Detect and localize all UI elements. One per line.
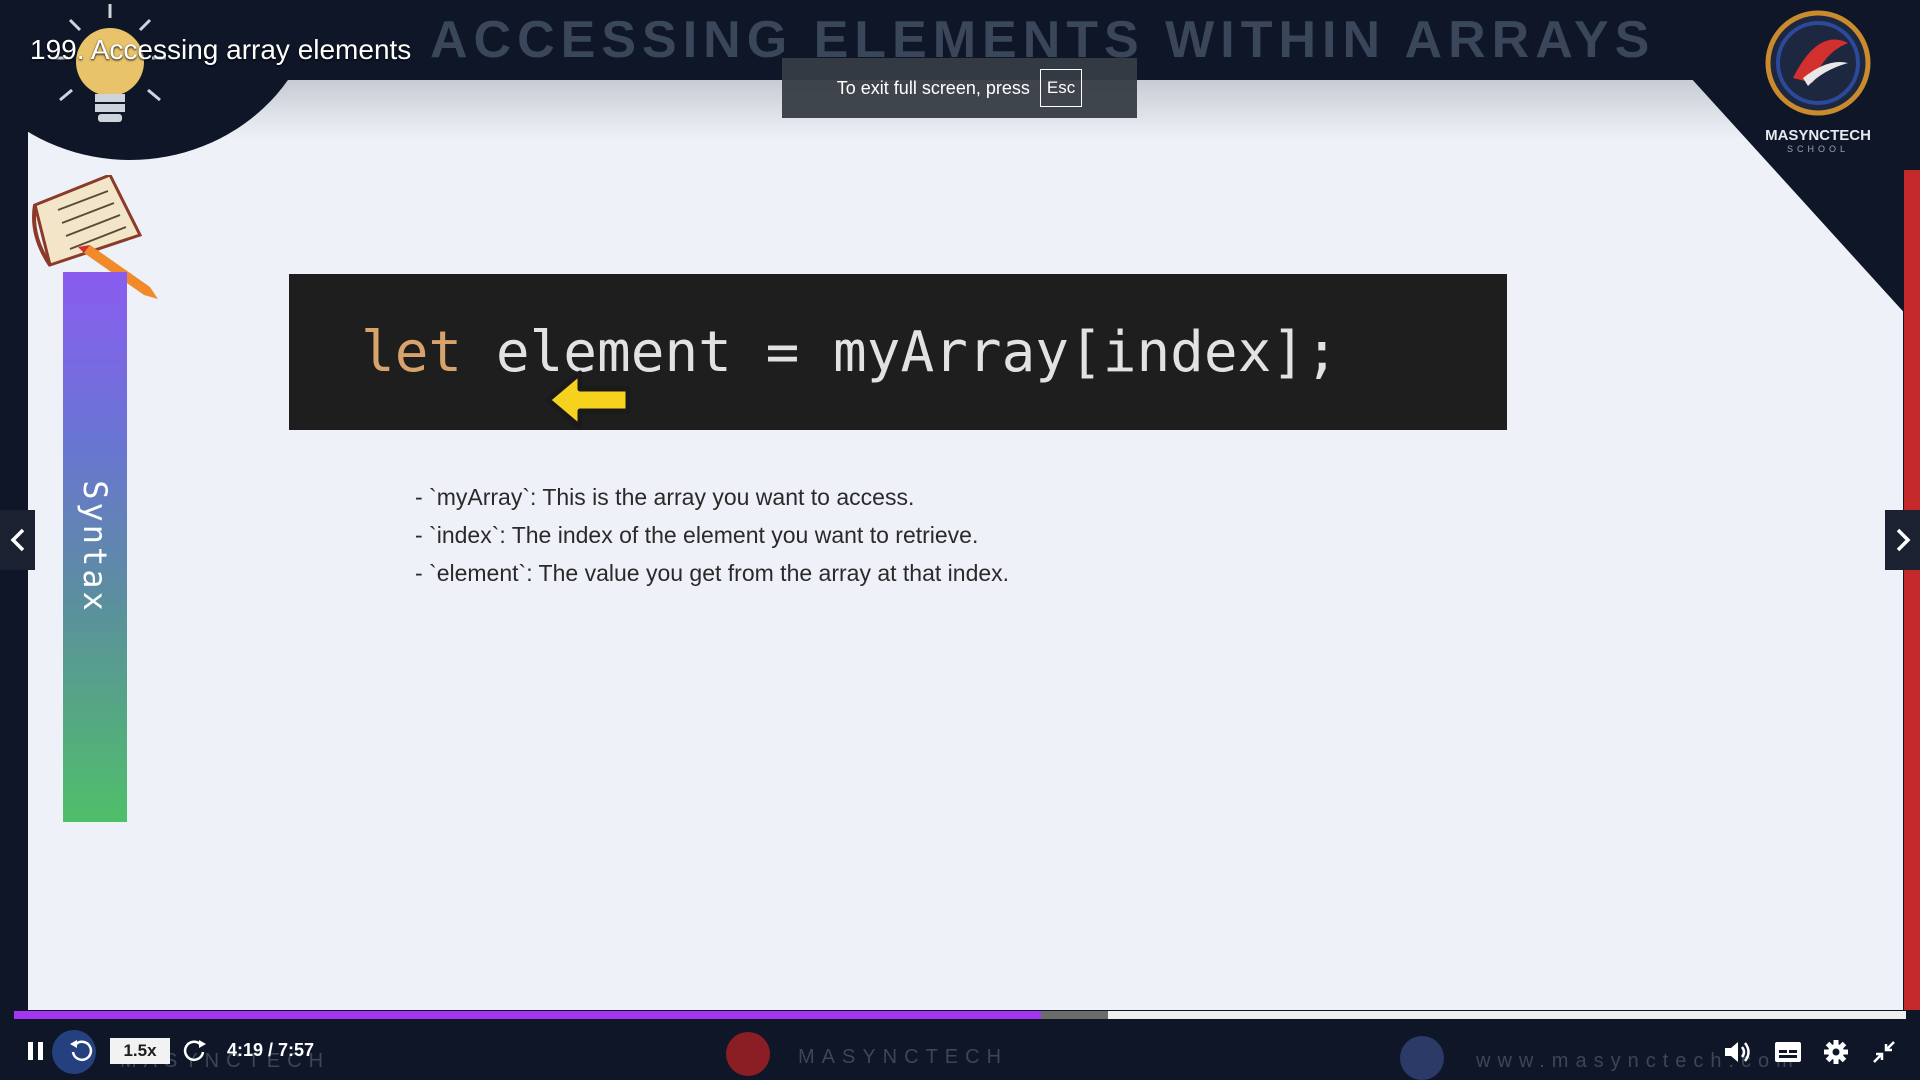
list-item: - `myArray`: This is the array you want … [415, 484, 915, 510]
captions-icon [1775, 1042, 1801, 1062]
volume-button[interactable] [1722, 1037, 1752, 1067]
forward-button[interactable] [180, 1037, 210, 1067]
gear-icon [1824, 1040, 1848, 1064]
next-lecture-button[interactable] [1885, 510, 1920, 570]
logo-name: MASYNCTECH [1765, 127, 1871, 144]
masynctech-logo: MASYNCTECH SCHOOL [1758, 8, 1878, 158]
lightbulb-icon [54, 4, 166, 122]
code-keyword: let [361, 319, 463, 385]
chevron-left-icon [10, 528, 24, 552]
captions-button[interactable] [1772, 1037, 1804, 1067]
esc-key-hint: Esc [1039, 69, 1083, 107]
explanation-list: - `myArray`: This is the array you want … [415, 478, 1009, 592]
exit-fullscreen-icon [1873, 1041, 1895, 1063]
list-item: - `element`: The value you get from the … [415, 560, 1010, 586]
toast-text: To exit full screen, press [836, 77, 1030, 98]
logo-subtitle: SCHOOL [1786, 144, 1849, 154]
rewind-button[interactable] [66, 1037, 96, 1067]
volume-icon [1725, 1042, 1750, 1062]
syntax-label: Syntax [76, 480, 114, 614]
previous-lecture-button[interactable] [0, 510, 35, 570]
code-line: let element = myArray[index]; [361, 320, 1339, 385]
list-item: - `index`: The index of the element you … [415, 522, 979, 548]
web-globe-icon [1400, 1036, 1444, 1080]
video-title: 199. Accessing array elements [30, 34, 412, 65]
progress-played[interactable] [14, 1011, 1042, 1019]
pointer-arrow-icon [545, 370, 631, 430]
forward-icon [183, 1040, 206, 1061]
youtube-icon [726, 1032, 770, 1076]
settings-button[interactable] [1820, 1037, 1852, 1067]
chevron-right-icon [1896, 528, 1910, 552]
time-display: 4:19 / 7:57 [227, 1040, 315, 1060]
video-player[interactable]: ACCESSING ELEMENTS WITHIN ARRAYS MASYNCT… [0, 0, 1920, 1080]
syntax-label-wrap: Syntax [63, 272, 127, 822]
watermark-center: MASYNCTECH [798, 1046, 1009, 1068]
pause-icon [28, 1042, 43, 1060]
fullscreen-toast: To exit full screen, press Esc [782, 58, 1137, 118]
playback-speed-button[interactable]: 1.5x [110, 1038, 170, 1064]
code-block: let element = myArray[index]; [289, 274, 1507, 430]
logo-emblem-icon [1765, 10, 1871, 116]
exit-fullscreen-button[interactable] [1868, 1037, 1900, 1067]
rewind-icon [70, 1040, 93, 1061]
slide-red-edge [1904, 170, 1920, 1020]
pause-button[interactable] [22, 1037, 50, 1065]
